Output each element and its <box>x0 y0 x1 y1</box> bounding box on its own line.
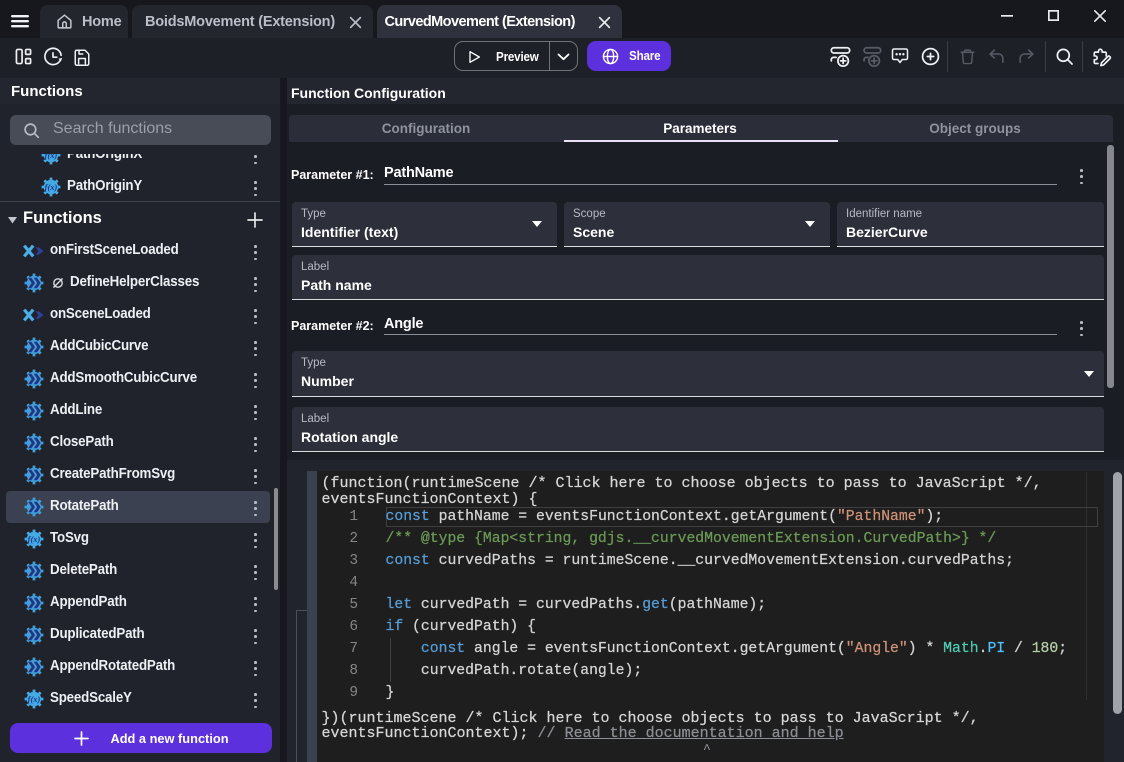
svg-text:f(x): f(x) <box>28 534 41 544</box>
svg-text:f(x): f(x) <box>28 694 41 704</box>
svg-text:f(x): f(x) <box>45 182 58 192</box>
svg-text:f(x): f(x) <box>45 154 58 160</box>
